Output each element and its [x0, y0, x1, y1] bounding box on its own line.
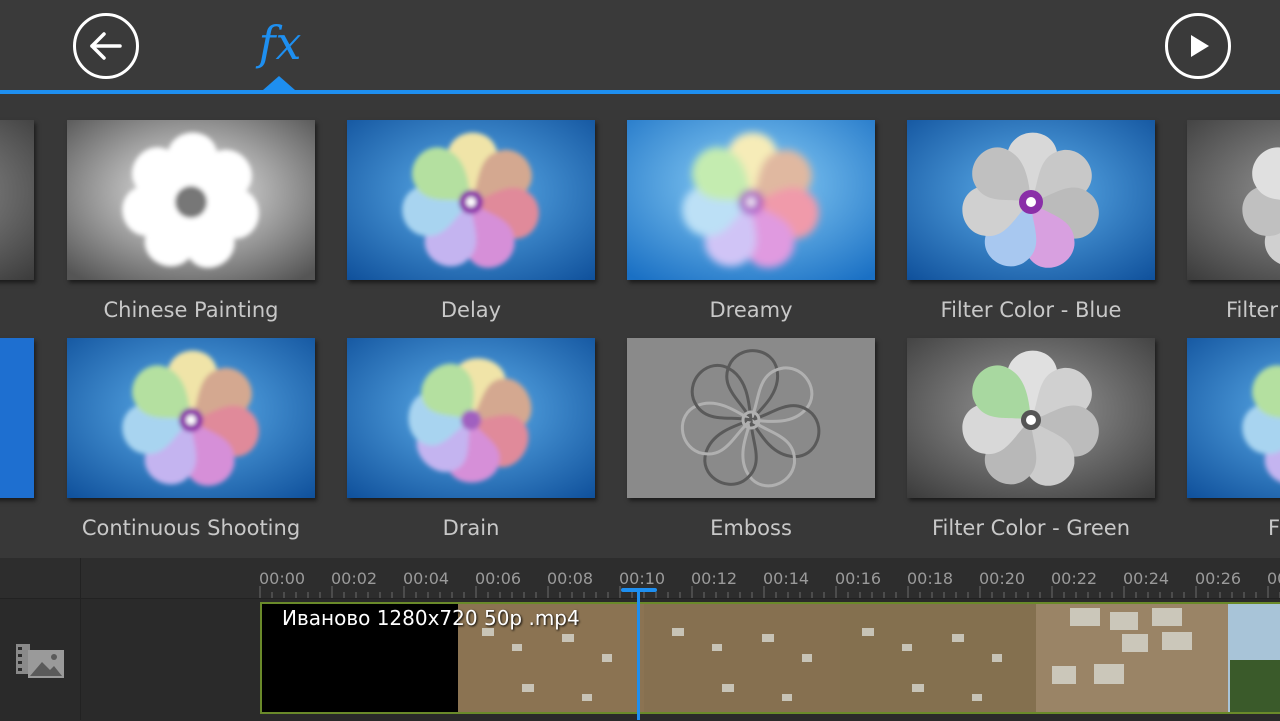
- effect-thumb-dreamy[interactable]: [627, 120, 875, 280]
- effect-label: Filter: [1226, 298, 1279, 322]
- effect-label: Filter Color - Blue: [940, 298, 1122, 322]
- playhead[interactable]: [637, 588, 640, 720]
- tick-label: 00:04: [403, 569, 450, 588]
- effect-label: Drain: [442, 516, 500, 540]
- tick-label: 00:10: [619, 569, 666, 588]
- play-button[interactable]: [1165, 13, 1231, 79]
- effect-thumb-filter-color-blue[interactable]: [907, 120, 1155, 280]
- effect-label: Dreamy: [709, 298, 793, 322]
- effect-thumb-continuous-shooting[interactable]: [67, 338, 315, 498]
- film-image-icon: [16, 644, 64, 678]
- clip-name: Иваново 1280x720 50p .mp4: [282, 606, 580, 630]
- effect-label: Continuous Shooting: [81, 516, 301, 540]
- tick-label: 00:18: [907, 569, 954, 588]
- effect-thumb-partial-left[interactable]: [0, 120, 34, 280]
- active-tab-indicator: [263, 76, 295, 90]
- effect-thumb-filter-color-green[interactable]: [907, 338, 1155, 498]
- arrow-left-icon: [90, 32, 122, 60]
- top-toolbar: [0, 0, 1280, 90]
- back-button[interactable]: [73, 13, 139, 79]
- time-ruler[interactable]: 00:00 00:02 00:04 00:06 00:08 00:10 00:1…: [0, 558, 1280, 598]
- play-icon: [1191, 35, 1209, 57]
- tick-label: 00: [1267, 569, 1280, 588]
- effect-label: F: [1268, 516, 1280, 540]
- tick-label: 00:24: [1123, 569, 1170, 588]
- effect-label: Filter Color - Green: [931, 516, 1131, 540]
- effect-thumb-chinese-painting[interactable]: [67, 120, 315, 280]
- effect-thumb-delay[interactable]: [347, 120, 595, 280]
- video-clip[interactable]: Иваново 1280x720 50p .mp4: [260, 602, 1280, 714]
- effect-thumb-partial-right[interactable]: [1187, 338, 1280, 498]
- tick-label: 00:12: [691, 569, 738, 588]
- tick-label: 00:14: [763, 569, 810, 588]
- effect-thumb-partial-left[interactable]: [0, 338, 34, 498]
- effect-thumb-emboss[interactable]: [627, 338, 875, 498]
- effects-grid: Chinese Painting Delay Dreamy Filter Col…: [0, 94, 1280, 558]
- tick-label: 00:06: [475, 569, 522, 588]
- effect-label: Delay: [440, 298, 502, 322]
- tick-label: 00:26: [1195, 569, 1242, 588]
- tick-label: 00:08: [547, 569, 594, 588]
- tick-label: 00:16: [835, 569, 882, 588]
- tick-label: 00:22: [1051, 569, 1098, 588]
- effect-thumb-drain[interactable]: [347, 338, 595, 498]
- tab-fx[interactable]: fx: [252, 14, 308, 72]
- tick-label: 00:02: [331, 569, 378, 588]
- effect-thumb-filter-partial[interactable]: [1187, 120, 1280, 280]
- effect-label: Emboss: [710, 516, 792, 540]
- track-header-divider: [80, 558, 81, 720]
- tick-label: 00:20: [979, 569, 1026, 588]
- tick-label: 00:00: [259, 569, 306, 588]
- effect-label: Chinese Painting: [103, 298, 279, 322]
